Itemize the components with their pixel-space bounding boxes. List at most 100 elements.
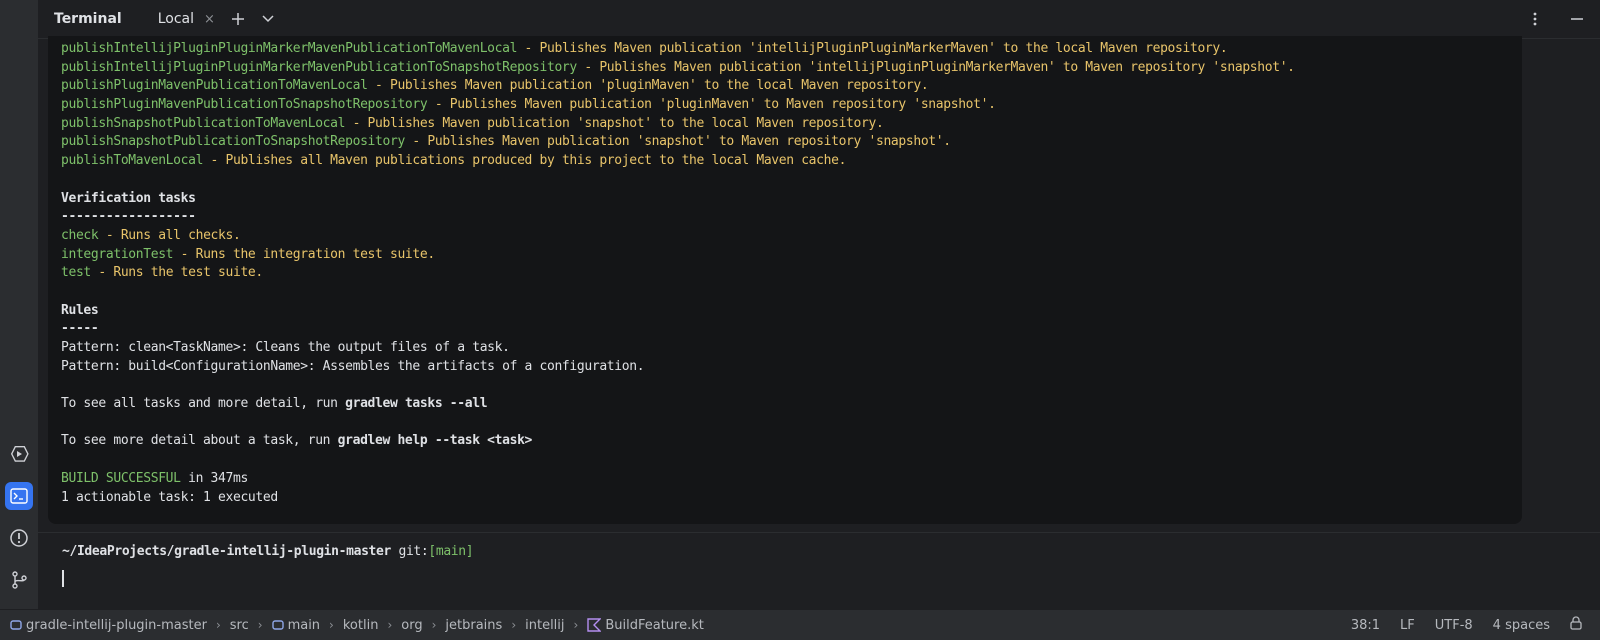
command-output-block: publishIntellijPluginPluginMarkerMavenPu… [48,36,1522,524]
divider [38,532,1600,533]
output-text: in 347ms [180,470,248,486]
output-line: publishSnapshotPublicationToMavenLocal -… [61,115,1295,134]
output-line: publishPluginMavenPublicationToMavenLoca… [61,77,1295,96]
task-description: - Publishes Maven publication 'intellijP… [576,59,1295,75]
output-line: integrationTest - Runs the integration t… [61,246,1295,265]
output-line: publishIntellijPluginPluginMarkerMavenPu… [61,40,1295,59]
task-name: test [61,265,91,281]
task-name: publishPluginMavenPublicationToMavenLoca… [61,78,368,94]
breadcrumb-item[interactable]: kotlin [343,618,379,633]
output-line: test - Runs the test suite. [61,264,1295,283]
task-description: - Runs the test suite. [90,265,263,281]
breadcrumb-item[interactable]: jetbrains [445,618,502,633]
prompt-path: ~/IdeaProjects/gradle-intellij-plugin-ma… [62,544,391,559]
breadcrumb-label: org [401,617,423,633]
close-tab-icon[interactable]: × [204,12,215,27]
output-line: ----- [61,320,1295,339]
indent-setting[interactable]: 4 spaces [1493,618,1550,633]
output-line: To see all tasks and more detail, run gr… [61,395,1295,414]
task-description: - Publishes Maven publication 'pluginMav… [367,78,929,94]
chevron-right-icon: › [215,618,221,632]
git-icon[interactable] [5,566,33,594]
section-heading: ------------------ [61,209,196,225]
tool-window-sidebar [0,0,39,610]
chevron-right-icon: › [511,618,517,632]
tab-label: Local [157,11,194,27]
output-line: publishSnapshotPublicationToSnapshotRepo… [61,133,1295,152]
breadcrumb-item[interactable]: src [230,618,249,633]
output-line: ------------------ [61,208,1295,227]
caret-position[interactable]: 38:1 [1351,618,1380,633]
output-line: Verification tasks [61,190,1295,209]
chevron-right-icon: › [257,618,263,632]
breadcrumb-label: src [229,617,249,633]
breadcrumb-item[interactable]: gradle-intellij-plugin-master [10,618,207,633]
section-heading: ----- [61,321,99,337]
folder-icon [271,619,284,631]
chevron-right-icon: › [431,618,437,632]
task-description: - Publishes Maven publication 'snapshot'… [345,115,884,131]
breadcrumb-item[interactable]: org [401,618,422,633]
terminal-tabbar: Terminal Local × [38,0,1600,39]
task-description: - Runs the integration test suite. [173,246,436,262]
tab-local[interactable]: Local × [143,0,222,39]
breadcrumb-label: BuildFeature.kt [605,617,704,633]
breadcrumb-label: gradle-intellij-plugin-master [26,617,207,633]
output-text: Pattern: clean<TaskName>: Cleans the out… [61,340,510,355]
output-text: Pattern: build<ConfigurationName>: Assem… [61,358,645,374]
terminal-title: Terminal [54,11,122,27]
prompt-branch: [main] [428,544,474,559]
breadcrumb-label: main [287,617,321,633]
output-line: To see more detail about a task, run gra… [61,432,1295,451]
task-name: integrationTest [61,246,174,262]
output-line: publishToMavenLocal - Publishes all Mave… [61,152,1295,171]
breadcrumb-label: intellij [525,617,565,633]
output-line: publishPluginMavenPublicationToSnapshotR… [61,96,1295,115]
breadcrumb-item[interactable]: BuildFeature.kt [587,618,704,633]
command-hint: gradlew tasks --all [345,396,488,412]
status-bar: gradle-intellij-plugin-master › src › main › k… [0,609,1600,640]
breadcrumb-item[interactable]: intellij [525,618,564,633]
more-options-icon[interactable] [1522,6,1548,32]
lock-icon[interactable] [1570,616,1582,634]
breadcrumb-item[interactable]: main [271,617,321,633]
task-description: - Publishes Maven publication 'intellijP… [517,41,1228,56]
terminal-panel: Terminal Local × publishIntellijPluginPl… [38,0,1600,610]
text-cursor[interactable] [62,570,64,587]
command-hint: gradlew help --task <task> [337,433,533,449]
task-description: - Publishes Maven publication 'pluginMav… [427,97,996,113]
task-name: publishSnapshotPublicationToSnapshotRepo… [61,134,405,150]
task-name: publishToMavenLocal [61,153,204,169]
prompt-git-label: git: [390,544,429,559]
output-text: To see all tasks and more detail, run [61,396,346,412]
task-description: - Runs all checks. [98,227,241,243]
chevron-right-icon: › [573,618,579,632]
breadcrumb-label: kotlin [342,617,379,633]
task-name: publishIntellijPluginPluginMarkerMavenPu… [61,59,577,75]
terminal-icon[interactable] [5,482,33,510]
section-heading: Rules [61,302,99,318]
task-name: publishSnapshotPublicationToMavenLocal [61,115,346,131]
output-lines: publishIntellijPluginPluginMarkerMavenPu… [61,40,1295,507]
minimize-icon[interactable] [1564,6,1590,32]
services-icon[interactable] [5,440,33,468]
add-tab-icon[interactable] [225,6,251,32]
chevron-down-icon[interactable] [255,6,281,32]
problems-icon[interactable] [5,524,33,552]
chevron-right-icon: › [387,618,393,632]
output-line: Pattern: clean<TaskName>: Cleans the out… [61,339,1295,358]
task-description: - Publishes Maven publication 'snapshot'… [404,134,951,150]
task-name: publishPluginMavenPublicationToSnapshotR… [61,97,428,113]
output-text: 1 actionable task: 1 executed [61,489,278,505]
output-line: Rules [61,302,1295,321]
file-encoding[interactable]: UTF-8 [1435,618,1473,633]
section-heading: Verification tasks [61,190,196,206]
line-ending[interactable]: LF [1400,618,1415,633]
output-text: To see more detail about a task, run [61,433,338,449]
output-line: publishIntellijPluginPluginMarkerMavenPu… [61,59,1295,78]
